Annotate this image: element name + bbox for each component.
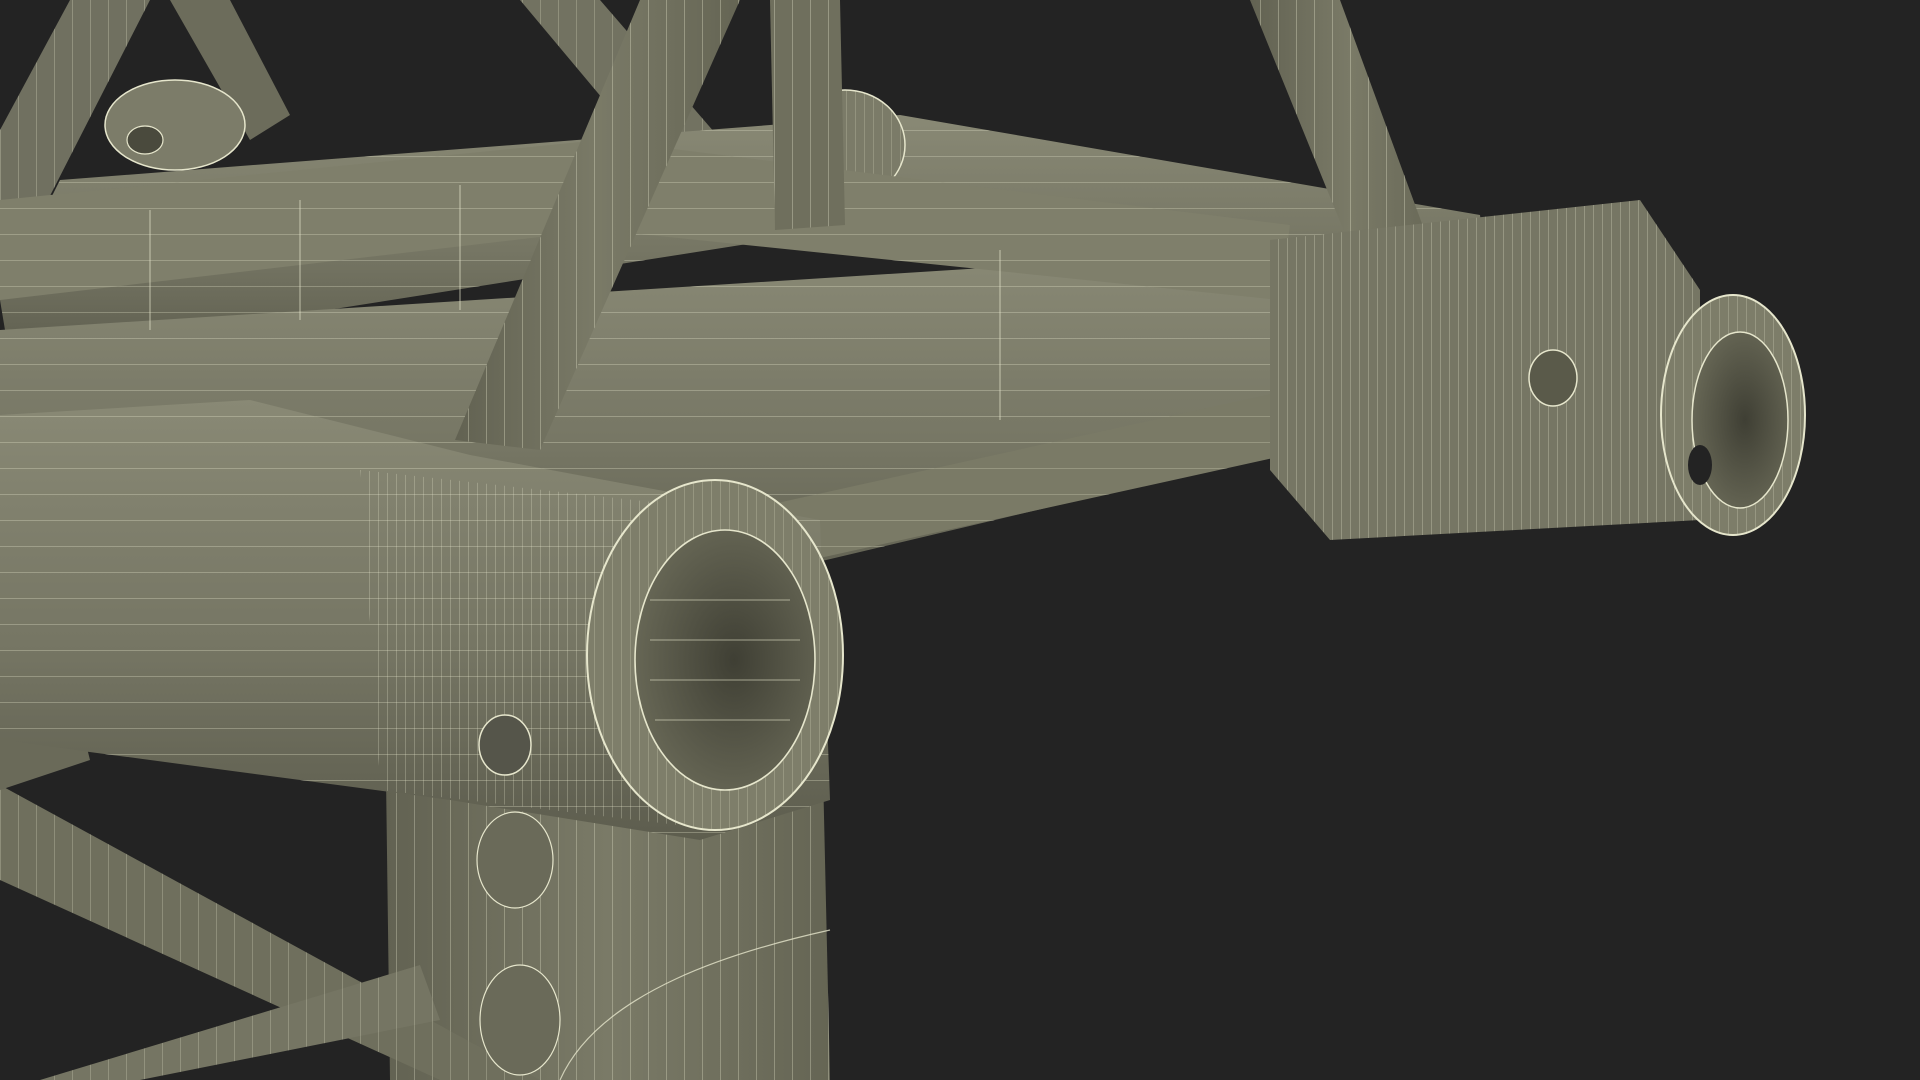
right-spigot-connector: [1270, 200, 1806, 540]
post-brace-stub-upper: [476, 811, 554, 909]
render-viewport: [0, 0, 1920, 1080]
truss-wireframe-render: [0, 0, 1806, 1080]
front-connector-bore: [634, 529, 816, 791]
post-brace-stub-lower: [479, 964, 561, 1076]
right-connector-pin-hole: [1528, 349, 1578, 407]
front-connector-pin-hole: [478, 714, 532, 776]
back-left-connector: [104, 79, 246, 171]
